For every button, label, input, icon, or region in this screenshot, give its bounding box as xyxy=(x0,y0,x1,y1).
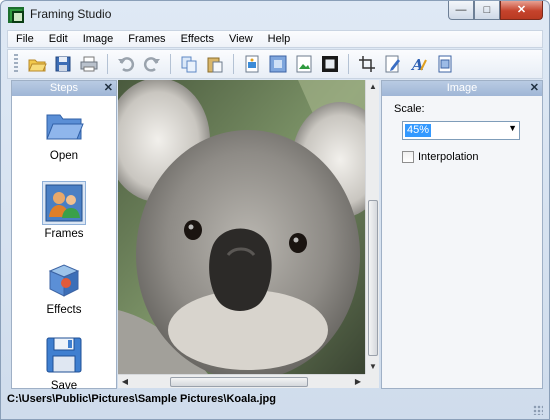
toolbar-separator xyxy=(170,54,171,74)
scroll-up-icon[interactable]: ▲ xyxy=(366,80,380,94)
close-button[interactable]: ✕ xyxy=(500,1,543,20)
vertical-scrollbar[interactable]: ▲ ▼ xyxy=(365,80,379,374)
minimize-button[interactable]: — xyxy=(448,1,474,20)
window-controls: — □ ✕ xyxy=(448,1,543,20)
interpolation-checkbox[interactable] xyxy=(402,151,414,163)
border-frame-icon[interactable] xyxy=(320,54,340,74)
add-image-icon[interactable] xyxy=(242,54,262,74)
step-label: Save xyxy=(50,380,78,392)
menu-bar: File Edit Image Frames Effects View Help xyxy=(7,30,543,48)
open-folder-icon[interactable] xyxy=(27,54,47,74)
floppy-disk-icon xyxy=(46,337,82,373)
scale-value: 45% xyxy=(405,124,432,137)
toolbar-separator xyxy=(107,54,108,74)
maximize-button[interactable]: □ xyxy=(474,1,500,20)
text-icon[interactable]: A xyxy=(409,54,429,74)
image-panel: Image ✕ Scale: 45% ▼ Interpolation xyxy=(381,80,543,389)
copy-icon[interactable] xyxy=(179,54,199,74)
svg-text:A: A xyxy=(410,56,424,74)
scroll-down-icon[interactable]: ▼ xyxy=(366,360,380,374)
image-panel-title: Image xyxy=(446,82,478,94)
title-bar[interactable]: Framing Studio — □ ✕ xyxy=(1,1,549,29)
crop-icon[interactable] xyxy=(357,54,377,74)
toolbar: A xyxy=(7,49,543,79)
print-icon[interactable] xyxy=(79,54,99,74)
file-path: C:\Users\Public\Pictures\Sample Pictures… xyxy=(7,393,276,405)
window-title: Framing Studio xyxy=(30,7,112,21)
image-panel-close-icon[interactable]: ✕ xyxy=(530,81,539,95)
step-open[interactable]: Open xyxy=(12,103,116,162)
resize-grip[interactable] xyxy=(533,405,543,415)
scroll-left-icon[interactable]: ◀ xyxy=(118,375,132,389)
chevron-down-icon[interactable]: ▼ xyxy=(508,123,517,133)
step-save[interactable]: Save xyxy=(12,333,116,392)
folder-icon xyxy=(46,114,84,140)
toolbar-grip[interactable] xyxy=(14,54,18,74)
menu-view[interactable]: View xyxy=(221,33,260,45)
menu-image[interactable]: Image xyxy=(75,33,121,45)
steps-panel: Steps ✕ Open Frames Effects Save xyxy=(11,80,117,392)
save-disk-icon[interactable] xyxy=(53,54,73,74)
toolbar-separator xyxy=(348,54,349,74)
steps-panel-title: Steps xyxy=(49,82,79,94)
menu-effects[interactable]: Effects xyxy=(173,33,221,45)
redo-icon[interactable] xyxy=(142,54,162,74)
vertical-scroll-thumb[interactable] xyxy=(368,200,378,356)
step-frames[interactable]: Frames xyxy=(12,181,116,240)
step-effects[interactable]: Effects xyxy=(12,257,116,316)
picture-icon[interactable] xyxy=(294,54,314,74)
step-label: Effects xyxy=(46,304,82,316)
frames-people-icon xyxy=(45,184,83,222)
scrollbar-corner xyxy=(365,374,379,388)
effects-box-icon xyxy=(48,264,80,297)
frame-icon[interactable] xyxy=(268,54,288,74)
step-label: Open xyxy=(49,150,79,162)
menu-help[interactable]: Help xyxy=(260,33,298,45)
image-canvas[interactable] xyxy=(118,80,365,374)
app-window: Framing Studio — □ ✕ File Edit Image Fra… xyxy=(0,0,550,420)
step-label: Frames xyxy=(44,228,84,240)
horizontal-scroll-thumb[interactable] xyxy=(170,377,308,387)
menu-edit[interactable]: Edit xyxy=(41,33,75,45)
scale-dropdown[interactable]: 45% ▼ xyxy=(402,121,520,140)
page-fit-icon[interactable] xyxy=(435,54,455,74)
horizontal-scrollbar[interactable]: ◀ ▶ xyxy=(118,374,365,388)
steps-panel-close-icon[interactable]: ✕ xyxy=(104,81,113,95)
scroll-right-icon[interactable]: ▶ xyxy=(351,375,365,389)
scale-label: Scale: xyxy=(394,103,425,115)
interpolation-label: Interpolation xyxy=(418,151,479,163)
menu-frames[interactable]: Frames xyxy=(120,33,172,45)
toolbar-separator xyxy=(233,54,234,74)
paste-icon[interactable] xyxy=(205,54,225,74)
edit-document-icon[interactable] xyxy=(383,54,403,74)
app-icon xyxy=(8,7,24,23)
interpolation-option[interactable]: Interpolation xyxy=(402,151,479,163)
steps-panel-header: Steps ✕ xyxy=(12,81,116,96)
status-bar: C:\Users\Public\Pictures\Sample Pictures… xyxy=(7,392,543,406)
undo-icon[interactable] xyxy=(116,54,136,74)
menu-file[interactable]: File xyxy=(8,33,41,45)
image-panel-header: Image ✕ xyxy=(382,81,542,96)
koala-photo xyxy=(118,80,365,374)
